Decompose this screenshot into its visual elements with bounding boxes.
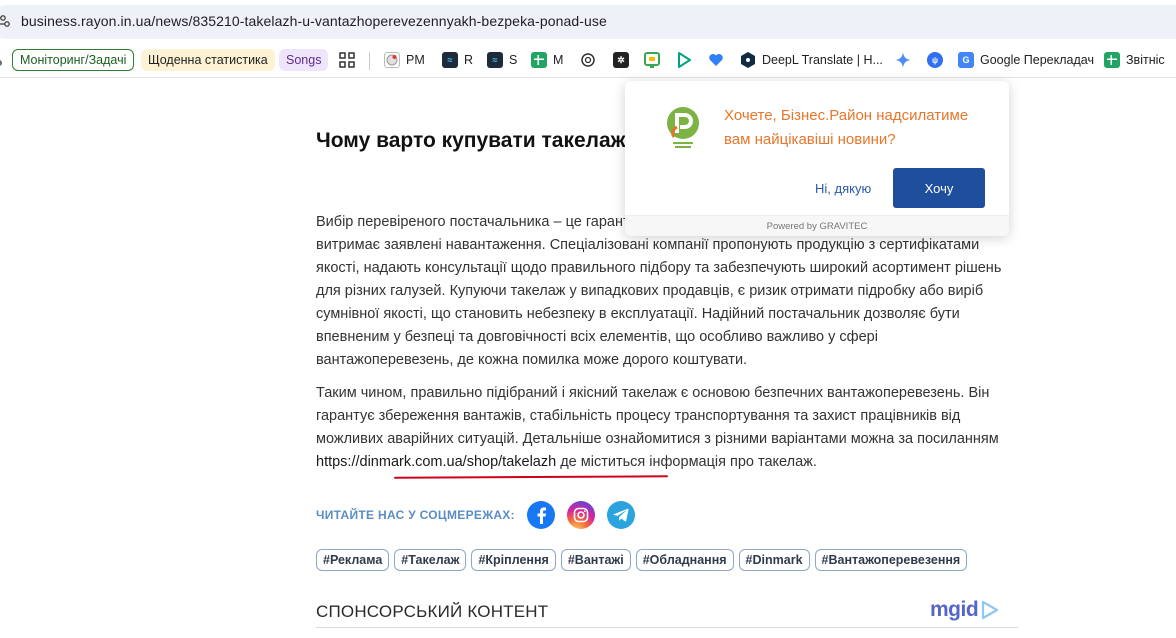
- article-paragraph-2: Таким чином, правильно підібраний і якіс…: [316, 382, 1018, 474]
- bookmark-reports[interactable]: Звітніс: [1104, 49, 1165, 71]
- google-translate-icon: G: [958, 52, 974, 68]
- bookmark-monitoring[interactable]: Моніторинг/Задачі: [12, 49, 135, 71]
- tag-vantazhi[interactable]: #Вантажі: [560, 549, 631, 571]
- openai-icon: [581, 53, 595, 67]
- site-info-icon[interactable]: [0, 14, 10, 28]
- tag-dinmark[interactable]: #Dinmark: [738, 549, 810, 571]
- s-icon: ≈: [487, 52, 503, 68]
- telegram-icon[interactable]: [606, 501, 635, 529]
- bookmark-label: S: [509, 53, 518, 67]
- bookmark-r[interactable]: ≈ R: [442, 49, 473, 71]
- bookmark-label: DeepL Translate | H...: [762, 53, 883, 67]
- sponsored-divider: [316, 627, 1018, 628]
- bookmark-play[interactable]: [676, 49, 692, 71]
- mgid-logo-text: mgid: [930, 598, 979, 621]
- push-notification-popup: Хочете, Бізнес.Район надсилатиме вам най…: [625, 81, 1009, 236]
- mgid-arrow-icon: [982, 600, 999, 620]
- bookmark-label: Songs: [286, 53, 322, 67]
- mgid-logo[interactable]: mgid: [930, 598, 1000, 622]
- gemini-icon: [895, 52, 911, 68]
- bookmark-daily-stats[interactable]: Щоденна статистика: [141, 49, 275, 71]
- pm-icon: [384, 52, 400, 68]
- heart-icon: [709, 54, 723, 66]
- tag-list: #Реклама #Такелаж #Кріплення #Вантажі #О…: [316, 549, 972, 571]
- sponsored-title: СПОНСОРСЬКИЙ КОНТЕНТ: [316, 602, 549, 621]
- tag-obladnannia[interactable]: #Обладнання: [635, 549, 734, 571]
- sheets-icon: [1104, 52, 1120, 68]
- tag-kriplennia[interactable]: #Кріплення: [471, 549, 556, 571]
- bookmark-heart[interactable]: [708, 49, 724, 71]
- play-icon: [678, 52, 691, 68]
- r-icon: ≈: [442, 52, 458, 68]
- social-label: ЧИТАЙТЕ НАС У СОЦМЕРЕЖАХ:: [316, 508, 515, 522]
- popup-footer: Powered by GRAVITEC: [625, 215, 1009, 236]
- url-text[interactable]: business.rayon.in.ua/news/835210-takelaz…: [21, 13, 607, 29]
- instagram-icon[interactable]: [566, 501, 595, 529]
- deepl-icon: [741, 52, 755, 68]
- bookmark-openai[interactable]: [580, 49, 596, 71]
- dinmark-link[interactable]: https://dinmark.com.ua/shop/takelazh: [316, 454, 556, 470]
- paragraph-text: де міститься інформація про такелаж.: [556, 454, 817, 470]
- bookmark-green[interactable]: [644, 49, 660, 71]
- facebook-icon[interactable]: [526, 501, 555, 529]
- accept-button[interactable]: Хочу: [893, 168, 985, 208]
- bookmarks-bar: Моніторинг/Задачі Щоденна статистика Son…: [0, 42, 1176, 78]
- biznes-rayon-logo-icon: [667, 107, 699, 148]
- bookmark-label: Google Перекладач: [980, 53, 1094, 67]
- blue-circle-icon: ψ: [927, 52, 943, 68]
- bookmark-google-translate[interactable]: G Google Перекладач: [958, 49, 1094, 71]
- decline-button[interactable]: Ні, дякую: [815, 181, 871, 196]
- bookmark-label: Щоденна статистика: [148, 53, 268, 67]
- social-row: ЧИТАЙТЕ НАС У СОЦМЕРЕЖАХ:: [316, 499, 647, 531]
- pattern-icon: ✲: [613, 52, 629, 68]
- bookmark-pm[interactable]: PM: [384, 49, 425, 71]
- sheets-icon: [531, 52, 547, 68]
- bookmark-blue-circle[interactable]: ψ: [927, 49, 949, 71]
- popup-message: Хочете, Бізнес.Район надсилатиме вам най…: [724, 107, 969, 148]
- apps-grid-icon: [339, 52, 355, 68]
- tag-takelazh[interactable]: #Такелаж: [394, 549, 467, 571]
- bookmark-label: PM: [406, 53, 425, 67]
- bookmark-label: Звітніс: [1126, 53, 1165, 67]
- bookmark-separator: [369, 52, 370, 70]
- bookmark-apps[interactable]: [339, 49, 355, 71]
- bookmark-label: Моніторинг/Задачі: [20, 53, 127, 67]
- bookmark-pattern[interactable]: ✲: [613, 49, 635, 71]
- paragraph-text: Таким чином, правильно підібраний і якіс…: [316, 385, 999, 447]
- partial-bookmark-icon[interactable]: [0, 60, 2, 66]
- address-bar: business.rayon.in.ua/news/835210-takelaz…: [0, 0, 1176, 42]
- tag-reklama[interactable]: #Реклама: [316, 549, 390, 571]
- bookmark-deepl[interactable]: DeepL Translate | H...: [741, 49, 883, 71]
- red-underline-annotation: [393, 475, 669, 479]
- bookmark-songs[interactable]: Songs: [279, 49, 329, 71]
- bookmark-label: M: [553, 53, 564, 67]
- bookmark-label: R: [464, 53, 474, 67]
- tag-vantazhoperevezennia[interactable]: #Вантажоперевезення: [814, 549, 968, 571]
- bookmark-m[interactable]: M: [531, 49, 563, 71]
- bookmark-gemini[interactable]: [895, 49, 911, 71]
- green-square-icon: [644, 52, 660, 68]
- bookmark-s[interactable]: ≈ S: [487, 49, 517, 71]
